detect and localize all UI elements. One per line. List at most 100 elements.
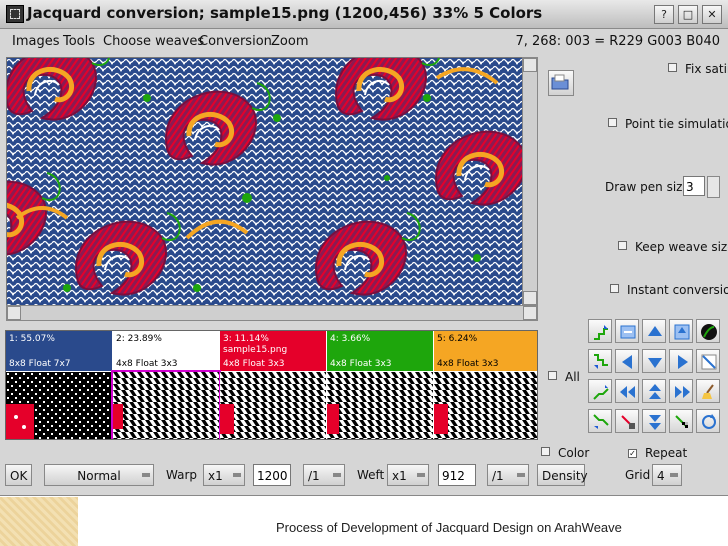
palette-color-3[interactable]: 3: 11.14% sample15.png 4x8 Float 3x3 [220, 331, 326, 371]
menu-tools[interactable]: Tools [63, 34, 95, 49]
shift-up-right-button[interactable] [588, 319, 612, 343]
slide-decoration [0, 497, 78, 546]
weft-multiplier-dropdown[interactable]: x1 [387, 464, 429, 486]
scroll-up-arrow-icon[interactable] [523, 58, 537, 72]
draw-pen-size-input[interactable]: 3 [683, 176, 705, 196]
app-icon [6, 5, 24, 23]
flip-vertical-button[interactable] [669, 319, 693, 343]
arrow-down-icon [648, 358, 662, 368]
palette-color-2[interactable]: 2: 23.89% 4x8 Float 3x3 [113, 331, 219, 371]
weft-label: Weft [357, 468, 385, 482]
grid-dropdown[interactable]: 4 [652, 464, 682, 486]
stairs-up-icon [594, 325, 608, 340]
menu-images[interactable]: Images [12, 34, 60, 49]
palette-color-4[interactable]: 4: 3.66% 4x8 Float 3x3 [327, 331, 433, 371]
arrow-left-icon [622, 355, 632, 369]
palette-weave: 4x8 Float 3x3 [437, 359, 499, 369]
fast-left-button[interactable] [615, 379, 639, 403]
twill-up-icon [593, 385, 609, 400]
scroll-down-arrow-icon[interactable] [523, 291, 537, 305]
twill-up-button[interactable] [588, 379, 612, 403]
palette-percent: 2: 23.89% [116, 334, 162, 344]
menu-conversion[interactable]: Conversion [199, 34, 272, 49]
grid-value: 4 [657, 469, 665, 483]
pattern-canvas[interactable] [6, 57, 523, 306]
warp-value-input[interactable]: 1200 [253, 464, 291, 486]
palette-percent: 1: 55.07% [9, 334, 55, 344]
fast-down-button[interactable] [642, 409, 666, 433]
palette-weave: 4x8 Float 3x3 [116, 359, 178, 369]
weave-preview-2 [111, 370, 221, 439]
draw-pen-size-label: Draw pen size [605, 180, 690, 194]
fix-satin-checkbox[interactable]: Fix satin [668, 62, 728, 76]
invert-icon [620, 325, 636, 339]
vertical-scrollbar[interactable] [522, 57, 538, 306]
double-arrow-right-icon [675, 386, 690, 398]
double-arrow-up-icon [649, 384, 661, 399]
palette-weave: 8x8 Float 7x7 [9, 359, 71, 369]
move-up-button[interactable] [642, 319, 666, 343]
move-down-button[interactable] [642, 349, 666, 373]
scroll-left-arrow-icon[interactable] [7, 306, 21, 320]
color-checkbox[interactable]: Color [541, 446, 589, 460]
point-tie-label: Point tie simulation [625, 117, 728, 131]
title-bar: Jacquard conversion; sample15.png (1200,… [0, 0, 728, 29]
palette-image-name: sample15.png [223, 345, 288, 355]
mirror-button[interactable] [696, 349, 720, 373]
checker-button[interactable] [669, 409, 693, 433]
window-title: Jacquard conversion; sample15.png (1200,… [27, 4, 543, 22]
warp-divider-dropdown[interactable]: /1 [303, 464, 345, 486]
menu-choose-weaves[interactable]: Choose weaves [103, 34, 204, 49]
fast-up-button[interactable] [642, 379, 666, 403]
help-button[interactable]: ? [654, 5, 674, 24]
point-tie-checkbox[interactable]: Point tie simulation [608, 117, 728, 131]
mode-dropdown[interactable]: Normal [44, 464, 154, 486]
pen-size-spinner[interactable] [707, 176, 720, 198]
diagonal-shift-button[interactable] [615, 409, 639, 433]
weave-tools [588, 319, 722, 434]
twill-down-icon [593, 414, 609, 429]
fast-right-button[interactable] [669, 379, 693, 403]
refresh-button[interactable] [696, 409, 720, 433]
density-button[interactable]: Density [537, 464, 588, 486]
stairs-down-icon [594, 354, 608, 369]
shift-left-down-button[interactable] [588, 349, 612, 373]
invert-button[interactable] [615, 319, 639, 343]
palette-weave: 4x8 Float 3x3 [330, 359, 392, 369]
menu-zoom[interactable]: Zoom [271, 34, 308, 49]
close-button[interactable]: ✕ [702, 5, 722, 24]
open-folder-button[interactable] [548, 70, 574, 96]
palette-color-5[interactable]: 5: 6.24% 4x8 Float 3x3 [434, 331, 537, 371]
mode-value: Normal [77, 469, 121, 483]
color-palette: 1: 55.07% 8x8 Float 7x7 2: 23.89% 4x8 Fl… [5, 330, 538, 440]
rotate-button[interactable] [696, 319, 720, 343]
keep-weave-size-checkbox[interactable]: Keep weave size [618, 240, 728, 254]
weave-preview-4 [327, 372, 433, 439]
weft-multiplier-value: x1 [392, 469, 407, 483]
leaf-icon [701, 324, 717, 340]
repeat-checkbox[interactable]: ✓ Repeat [628, 446, 687, 460]
paisley-pattern-image [7, 58, 522, 305]
app-window: Jacquard conversion; sample15.png (1200,… [0, 0, 728, 496]
palette-percent: 5: 6.24% [437, 334, 478, 344]
maximize-button[interactable]: □ [678, 5, 698, 24]
weft-value-input[interactable]: 912 [438, 464, 476, 486]
repeat-label: Repeat [645, 446, 688, 460]
horizontal-scrollbar[interactable] [6, 305, 538, 321]
palette-percent: 4: 3.66% [330, 334, 371, 344]
instant-conversion-checkbox[interactable]: Instant conversion [610, 283, 728, 297]
palette-weave: 4x8 Float 3x3 [223, 359, 285, 369]
twill-down-button[interactable] [588, 409, 612, 433]
all-checkbox[interactable]: All [548, 370, 580, 384]
warp-multiplier-dropdown[interactable]: x1 [203, 464, 245, 486]
move-left-button[interactable] [615, 349, 639, 373]
scroll-right-arrow-icon[interactable] [523, 306, 537, 320]
clean-button[interactable] [696, 379, 720, 403]
move-right-button[interactable] [669, 349, 693, 373]
mirror-icon [701, 354, 717, 370]
arrow-up-icon [648, 326, 662, 336]
palette-color-1[interactable]: 1: 55.07% 8x8 Float 7x7 [6, 331, 112, 371]
weft-divider-dropdown[interactable]: /1 [487, 464, 529, 486]
color-label: Color [558, 446, 590, 460]
ok-button[interactable]: OK [5, 464, 32, 486]
